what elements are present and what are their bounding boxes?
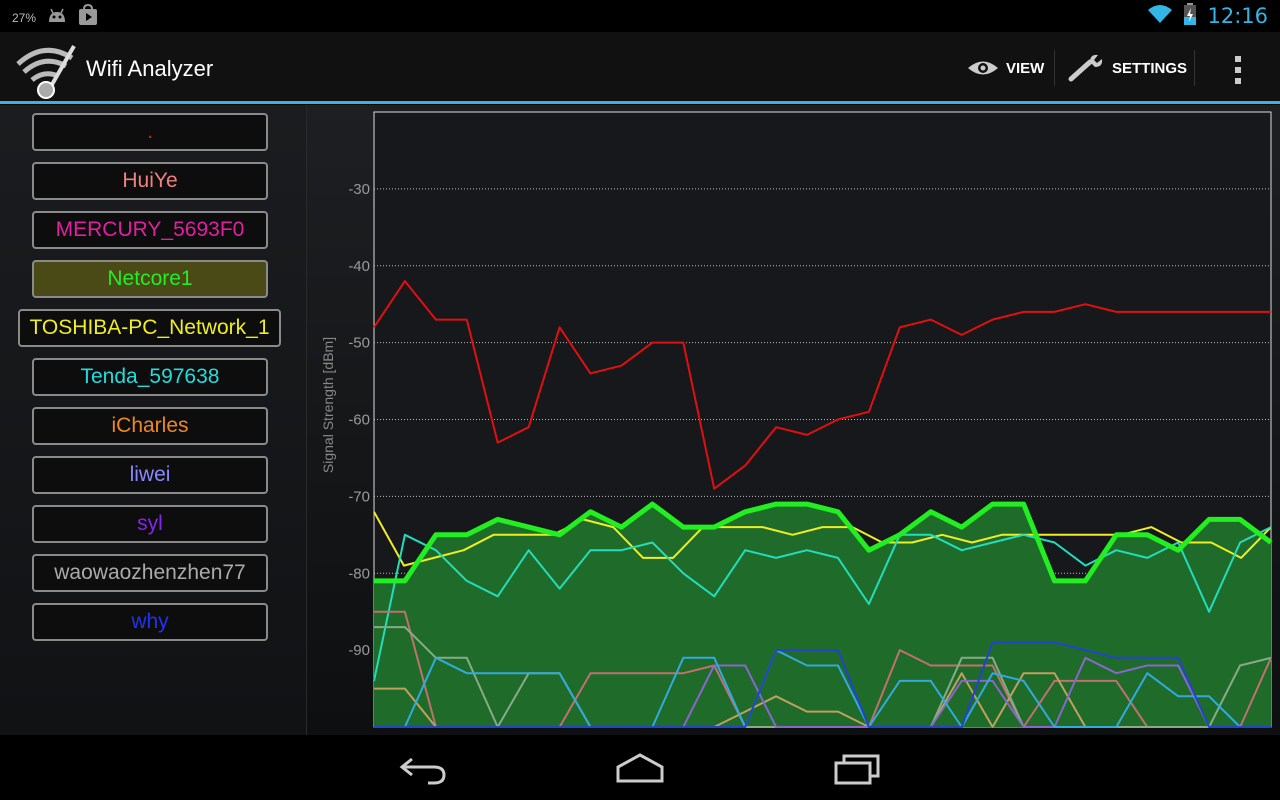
network-ssid: HuiYe bbox=[122, 169, 178, 192]
overflow-menu-icon[interactable] bbox=[1226, 54, 1250, 86]
network-item[interactable]: . bbox=[32, 113, 268, 151]
network-item-selected[interactable]: Netcore1 bbox=[32, 260, 268, 298]
wifi-analyzer-logo-icon[interactable] bbox=[14, 40, 82, 100]
battery-percent-text: 27% bbox=[12, 10, 37, 25]
play-store-icon bbox=[78, 3, 98, 31]
app-title: Wifi Analyzer bbox=[86, 56, 214, 81]
network-item[interactable]: syl bbox=[32, 505, 268, 543]
wifi-signal-icon bbox=[1147, 4, 1173, 29]
network-ssid: liwei bbox=[129, 463, 171, 486]
network-ssid: . bbox=[147, 120, 153, 143]
view-button[interactable]: VIEW bbox=[966, 46, 1044, 90]
network-ssid: waowaozhenzhen77 bbox=[54, 561, 246, 584]
y-tick-label: -50 bbox=[348, 335, 370, 352]
network-list: . HuiYe MERCURY_5693F0 Netcore1 TOSHIBA-… bbox=[0, 105, 307, 735]
settings-label: SETTINGS bbox=[1112, 59, 1188, 77]
network-ssid: MERCURY_5693F0 bbox=[55, 218, 245, 241]
navigation-bar bbox=[0, 735, 1280, 800]
status-left: 27% bbox=[12, 3, 98, 31]
y-tick-label: -60 bbox=[348, 412, 370, 429]
network-item[interactable]: iCharles bbox=[32, 407, 268, 445]
network-item[interactable]: liwei bbox=[32, 456, 268, 494]
network-ssid: syl bbox=[137, 512, 163, 535]
status-bar: 27% 12:16 bbox=[0, 0, 1280, 32]
network-ssid: why bbox=[131, 610, 169, 633]
settings-button[interactable]: SETTINGS bbox=[1068, 46, 1187, 90]
network-item[interactable]: HuiYe bbox=[32, 162, 268, 200]
android-icon bbox=[46, 6, 68, 29]
chart-svg: -30 -40 -50 -60 -70 -80 -90 Signal Strength [d… bbox=[320, 111, 1273, 728]
network-ssid: Tenda_597638 bbox=[80, 365, 220, 388]
y-tick-label: -80 bbox=[348, 565, 370, 582]
network-item[interactable]: why bbox=[32, 603, 268, 641]
back-icon[interactable] bbox=[398, 751, 450, 787]
y-tick-label: -90 bbox=[348, 642, 370, 659]
eye-icon bbox=[968, 61, 998, 75]
battery-charging-icon bbox=[1183, 2, 1197, 30]
y-tick-label: -70 bbox=[348, 488, 370, 505]
network-item[interactable]: MERCURY_5693F0 bbox=[32, 211, 268, 249]
signal-strength-chart[interactable]: -30 -40 -50 -60 -70 -80 -90 Signal Strength [d… bbox=[307, 105, 1280, 735]
y-tick-label: -40 bbox=[348, 258, 370, 275]
status-right: 12:16 bbox=[1147, 2, 1268, 30]
network-item[interactable]: TOSHIBA-PC_Network_1 bbox=[18, 309, 281, 347]
wrench-icon bbox=[1068, 54, 1103, 82]
clock: 12:16 bbox=[1207, 4, 1268, 28]
network-ssid: TOSHIBA-PC_Network_1 bbox=[29, 316, 270, 339]
action-separator bbox=[1054, 50, 1055, 86]
network-item[interactable]: waowaozhenzhen77 bbox=[32, 554, 268, 592]
recents-icon[interactable] bbox=[832, 751, 884, 787]
network-ssid: Netcore1 bbox=[107, 267, 193, 290]
y-axis-label: Signal Strength [dBm] bbox=[320, 337, 336, 473]
network-ssid: iCharles bbox=[111, 414, 189, 437]
home-icon[interactable] bbox=[614, 751, 666, 787]
action-separator bbox=[1194, 50, 1195, 86]
view-label: VIEW bbox=[1006, 59, 1045, 77]
y-tick-label: -30 bbox=[348, 181, 370, 198]
network-item[interactable]: Tenda_597638 bbox=[32, 358, 268, 396]
action-bar: Wifi Analyzer VIEW SETTINGS bbox=[0, 32, 1280, 104]
